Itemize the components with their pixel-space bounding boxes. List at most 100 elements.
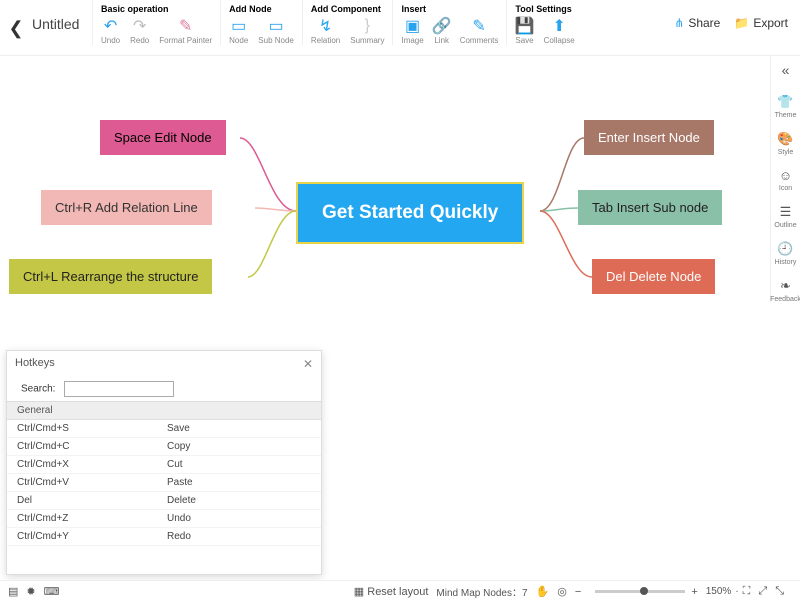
hotkeys-list: Ctrl/Cmd+SSaveCtrl/Cmd+CCopyCtrl/Cmd+XCu…	[7, 420, 321, 546]
reset-layout-button[interactable]: ▦ Reset layout	[354, 585, 429, 598]
hotkey-row: Ctrl/Cmd+XCut	[7, 456, 321, 474]
relation-button[interactable]: ↯Relation	[311, 18, 340, 45]
pencil-icon: ✎	[471, 18, 487, 34]
group-tool-title: Tool Settings	[515, 4, 574, 14]
zoom-out-button[interactable]: −	[575, 586, 581, 598]
hotkey-action: Delete	[167, 495, 196, 506]
hotkeys-search-input[interactable]	[64, 381, 174, 397]
node-tab-sub[interactable]: Tab Insert Sub node	[578, 190, 722, 225]
group-add-node: Add Node ▭Node ▭Sub Node	[220, 0, 302, 45]
save-button[interactable]: 💾Save	[515, 18, 533, 45]
group-basic-title: Basic operation	[101, 4, 212, 14]
hotkey-action: Redo	[167, 531, 191, 542]
hotkey-key: Ctrl/Cmd+S	[17, 423, 167, 434]
format-painter-button[interactable]: ✎Format Painter	[159, 18, 212, 45]
nodes-count-label: Mind Map Nodes：7	[436, 584, 527, 599]
feedback-icon: ❧	[780, 278, 791, 294]
hand-icon[interactable]: ✋	[536, 585, 550, 598]
sidebar-style[interactable]: 🎨Style	[777, 131, 793, 156]
collapse-button[interactable]: ⬆Collapse	[544, 18, 575, 45]
node-space-edit[interactable]: Space Edit Node	[100, 120, 226, 155]
insert-link-button[interactable]: 🔗Link	[434, 18, 450, 45]
keyboard-icon[interactable]: ⌨	[44, 585, 60, 598]
brush-icon: ✎	[178, 18, 194, 34]
node-del-delete[interactable]: Del Delete Node	[592, 259, 715, 294]
group-add-component: Add Component ↯Relation }Summary	[302, 0, 393, 45]
redo-icon: ↷	[132, 18, 148, 34]
subnode-icon: ▭	[268, 18, 284, 34]
center-node[interactable]: Get Started Quickly	[296, 182, 524, 244]
hotkeys-category: General	[7, 401, 321, 420]
sidebar-outline[interactable]: ☰Outline	[774, 204, 796, 229]
group-insert-title: Insert	[401, 4, 498, 14]
top-toolbar: ❮ Untitled Basic operation ↶Undo ↷Redo ✎…	[0, 0, 800, 56]
expand-icon[interactable]: ⤢	[758, 585, 767, 598]
hotkey-action: Undo	[167, 513, 191, 524]
right-sidebar: « 👕Theme 🎨Style ☺Icon ☰Outline 🕘History …	[770, 56, 800, 303]
collapse-icon: ⬆	[551, 18, 567, 34]
fullscreen-icon[interactable]: ⤡	[775, 585, 784, 598]
target-icon[interactable]: ◎	[557, 585, 567, 598]
hotkey-action: Copy	[167, 441, 190, 452]
share-icon: ⋔	[674, 16, 684, 30]
header-actions: ⋔Share 📁Export	[674, 0, 800, 30]
hotkey-key: Ctrl/Cmd+Z	[17, 513, 167, 524]
sidebar-icon[interactable]: ☺Icon	[779, 168, 792, 192]
image-icon: ▣	[405, 18, 421, 34]
hotkey-action: Paste	[167, 477, 193, 488]
node-enter-insert[interactable]: Enter Insert Node	[584, 120, 714, 155]
undo-icon: ↶	[103, 18, 119, 34]
settings-icon[interactable]: ✹	[26, 585, 35, 598]
smile-icon: ☺	[779, 168, 792, 183]
hotkey-key: Ctrl/Cmd+C	[17, 441, 167, 452]
document-title[interactable]: Untitled	[32, 0, 92, 32]
back-button[interactable]: ❮	[0, 0, 32, 56]
export-button[interactable]: 📁Export	[734, 16, 788, 30]
presentation-icon[interactable]: ▤	[8, 585, 18, 598]
sidebar-history[interactable]: 🕘History	[775, 241, 797, 266]
relation-icon: ↯	[318, 18, 334, 34]
group-insert: Insert ▣Image 🔗Link ✎Comments	[392, 0, 506, 45]
save-icon: 💾	[517, 18, 533, 34]
sidebar-collapse-button[interactable]: «	[782, 62, 790, 78]
zoom-in-button[interactable]: +	[691, 586, 697, 598]
summary-icon: }	[359, 18, 375, 34]
node-relation-line[interactable]: Ctrl+R Add Relation Line	[41, 190, 212, 225]
redo-button[interactable]: ↷Redo	[130, 18, 149, 45]
fit-icon[interactable]: ⛶	[743, 585, 751, 598]
list-icon: ☰	[780, 204, 792, 220]
hotkey-key: Ctrl/Cmd+V	[17, 477, 167, 488]
hotkey-row: Ctrl/Cmd+YRedo	[7, 528, 321, 546]
node-rearrange[interactable]: Ctrl+L Rearrange the structure	[9, 259, 212, 294]
hotkey-row: Ctrl/Cmd+VPaste	[7, 474, 321, 492]
add-node-button[interactable]: ▭Node	[229, 18, 248, 45]
palette-icon: 🎨	[777, 131, 793, 147]
insert-comments-button[interactable]: ✎Comments	[460, 18, 499, 45]
group-add-node-title: Add Node	[229, 4, 294, 14]
hotkey-row: DelDelete	[7, 492, 321, 510]
hotkey-key: Ctrl/Cmd+X	[17, 459, 167, 470]
zoom-slider[interactable]	[595, 590, 685, 593]
hotkey-action: Save	[167, 423, 190, 434]
search-label: Search:	[21, 384, 55, 395]
group-add-component-title: Add Component	[311, 4, 385, 14]
export-icon: 📁	[734, 16, 749, 30]
node-icon: ▭	[231, 18, 247, 34]
hotkey-row: Ctrl/Cmd+SSave	[7, 420, 321, 438]
hotkey-row: Ctrl/Cmd+ZUndo	[7, 510, 321, 528]
insert-image-button[interactable]: ▣Image	[401, 18, 423, 45]
sidebar-feedback[interactable]: ❧Feedback	[770, 278, 800, 303]
zoom-thumb[interactable]	[640, 587, 648, 595]
group-basic: Basic operation ↶Undo ↷Redo ✎Format Pain…	[92, 0, 220, 45]
add-subnode-button[interactable]: ▭Sub Node	[258, 18, 294, 45]
share-button[interactable]: ⋔Share	[674, 16, 720, 30]
hotkeys-panel: Hotkeys ✕ Search: General Ctrl/Cmd+SSave…	[6, 350, 322, 575]
hotkeys-close-button[interactable]: ✕	[303, 357, 313, 371]
clock-icon: 🕘	[777, 241, 793, 257]
summary-button[interactable]: }Summary	[350, 18, 384, 45]
undo-button[interactable]: ↶Undo	[101, 18, 120, 45]
hotkeys-panel-title: Hotkeys	[15, 357, 55, 371]
sidebar-theme[interactable]: 👕Theme	[775, 94, 797, 119]
bottom-bar: ▤ ✹ ⌨ ▦ Reset layout Mind Map Nodes：7 ✋ …	[0, 580, 800, 602]
group-tool-settings: Tool Settings 💾Save ⬆Collapse	[506, 0, 582, 45]
